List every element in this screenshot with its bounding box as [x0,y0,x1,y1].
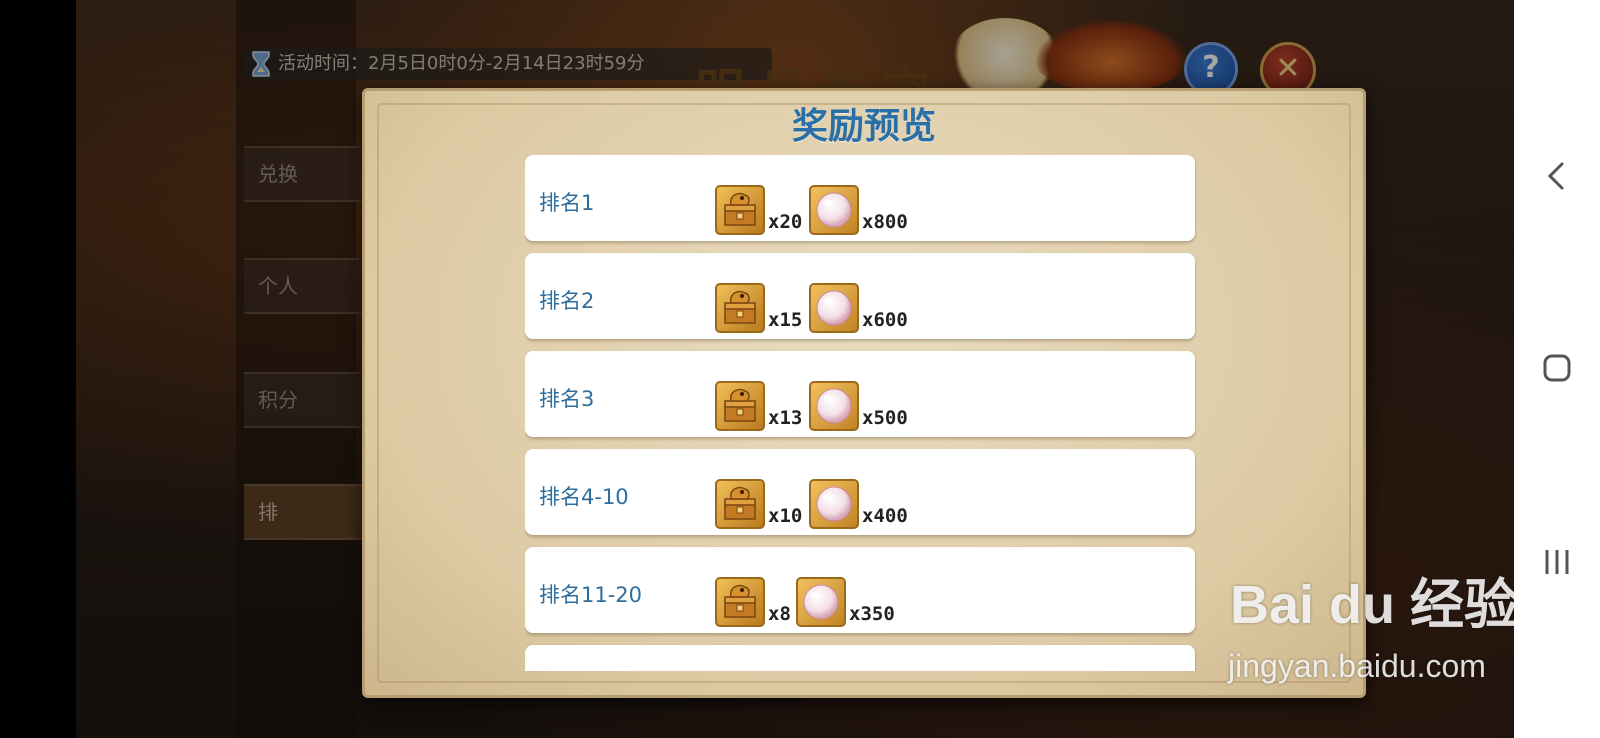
dragon-chest-icon[interactable] [715,283,765,333]
rank-label: 排名11-20 [539,583,643,607]
pearl-icon[interactable] [809,479,859,529]
rank-label: 排名3 [539,387,595,411]
reward-row: 排名11-20 x8 x350 [525,547,1195,633]
pearl-icon[interactable] [809,283,859,333]
rank-label: 排名4-10 [539,485,629,509]
reward-row: 排名3 x13 x500 [525,351,1195,437]
pearl-icon[interactable] [809,185,859,235]
reward-row: 排名2 x15 x600 [525,253,1195,339]
item-count: x13 [768,407,803,429]
item-count: x600 [862,309,908,331]
dragon-chest-icon[interactable] [715,479,765,529]
item-count: x350 [849,603,895,625]
baidu-watermark-url: jingyan.baidu.com [1228,648,1486,684]
reward-preview-dialog: 奖励预览 排名1 x20 x800 排名2 x15 x600 排名3 x13 x… [362,88,1366,698]
reward-list[interactable]: 排名1 x20 x800 排名2 x15 x600 排名3 x13 x500 排… [525,155,1197,671]
item-count: x20 [768,211,803,233]
item-count: x8 [768,603,791,625]
reward-row: 排名4-10 x10 x400 [525,449,1195,535]
pearl-icon[interactable] [809,381,859,431]
dragon-chest-icon[interactable] [715,381,765,431]
item-count: x500 [862,407,908,429]
item-count: x800 [862,211,908,233]
pearl-icon[interactable] [796,577,846,627]
recent-apps-icon[interactable] [1537,542,1577,582]
home-icon[interactable] [1537,348,1577,388]
dialog-title: 奖励预览 [791,106,936,147]
item-count: x400 [862,505,908,527]
item-count: x10 [768,505,803,527]
rank-label: 排名1 [539,191,595,215]
item-count: x15 [768,309,803,331]
android-nav-bar [1514,0,1600,738]
reward-row [525,645,1195,671]
rank-label: 排名2 [539,289,595,313]
dragon-chest-icon[interactable] [715,577,765,627]
dragon-chest-icon[interactable] [715,185,765,235]
baidu-watermark-logo: Bai du 经验 [1230,575,1519,635]
reward-row: 排名1 x20 x800 [525,155,1195,241]
back-icon[interactable] [1537,156,1577,196]
